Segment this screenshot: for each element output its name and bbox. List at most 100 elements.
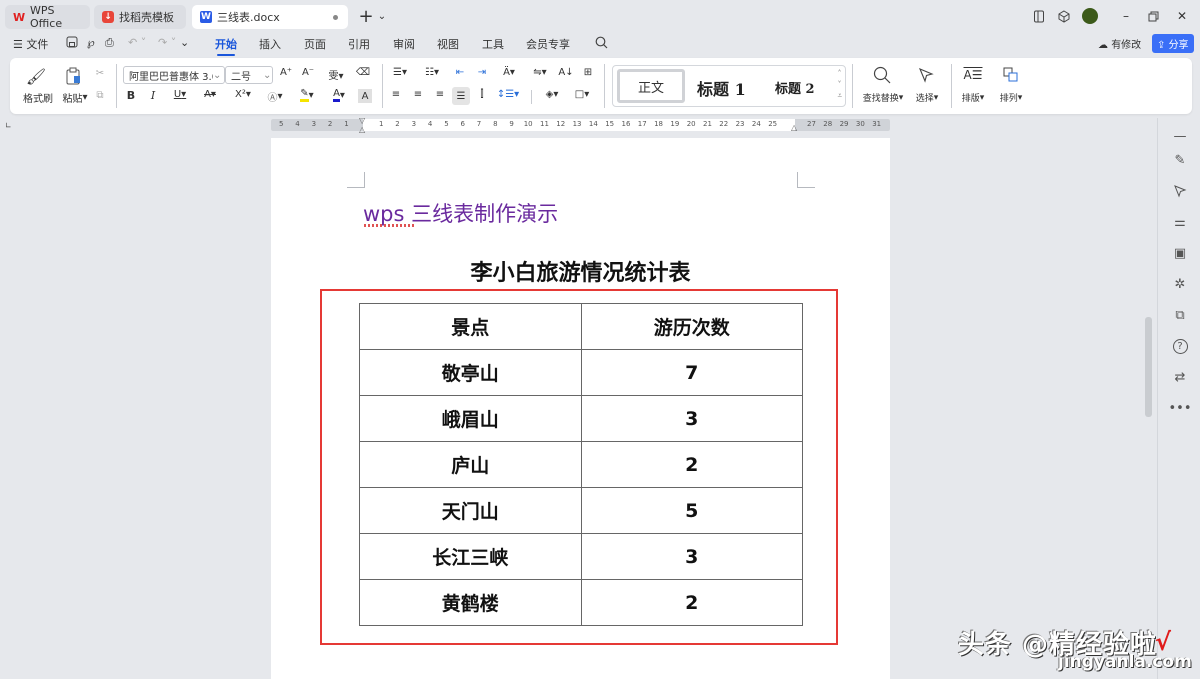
right-indent-marker[interactable]: △: [791, 123, 797, 132]
file-menu[interactable]: ☰ 文件: [13, 36, 48, 52]
data-table[interactable]: 景点 游历次数 敬亭山 7 峨眉山 3 庐山 2 天门山 5 长江三峡 3 黄鹤楼 2: [359, 303, 803, 626]
char-spacing-button[interactable]: Ä▾: [496, 67, 522, 78]
collapse-sidebar-button[interactable]: —: [1170, 126, 1190, 146]
tools-button[interactable]: ✲: [1170, 274, 1190, 294]
table-title[interactable]: 李小白旅游情况统计表: [271, 255, 890, 287]
ai-image-button[interactable]: ▣: [1170, 243, 1190, 263]
bold-button[interactable]: B: [123, 89, 139, 102]
sort-button[interactable]: A↓: [558, 67, 574, 78]
style-heading-2[interactable]: 标题 2: [775, 78, 815, 97]
share-button[interactable]: ⇪ 分享: [1152, 34, 1194, 53]
print-preview-button[interactable]: ⎙: [105, 36, 114, 50]
clear-format-button[interactable]: ⌫: [355, 67, 371, 78]
horizontal-ruler[interactable]: ▽ △ △ 5 4 3 2 1 1 2 3 4 5 6 7 8 9 10 11 12 13 14 15 16 17 18 19…: [271, 116, 890, 134]
bullet-list-button[interactable]: ☰▾: [388, 67, 412, 78]
tab-insert[interactable]: 插入: [259, 36, 281, 52]
help-button[interactable]: ?: [1170, 336, 1190, 356]
table-cell[interactable]: 黄鹤楼: [359, 579, 582, 626]
tab-home[interactable]: 开始: [215, 36, 237, 56]
redo-button[interactable]: ↷ ˅: [158, 36, 176, 49]
decrease-font-button[interactable]: A⁻: [300, 67, 316, 78]
tab-view[interactable]: 视图: [437, 36, 459, 52]
tab-stop-selector[interactable]: ∟: [5, 121, 14, 130]
paste-dropdown[interactable]: 粘贴 ▾: [58, 90, 92, 105]
tab-wps-office[interactable]: W WPS Office: [5, 4, 90, 30]
modified-status[interactable]: ☁ 有修改: [1098, 36, 1141, 51]
table-cell[interactable]: 长江三峡: [359, 533, 582, 580]
style-normal[interactable]: 正文: [617, 69, 685, 103]
increase-indent-button[interactable]: ⇥: [474, 67, 490, 78]
table-cell[interactable]: 庐山: [359, 441, 582, 488]
tab-page[interactable]: 页面: [304, 36, 326, 52]
table-cell[interactable]: 敬亭山: [359, 349, 582, 396]
select-button[interactable]: 选择 ▾: [912, 91, 942, 105]
underline-button[interactable]: U ▾: [168, 89, 192, 100]
tablet-mode-button[interactable]: [1031, 8, 1047, 24]
table-cell[interactable]: 峨眉山: [359, 395, 582, 442]
tab-membership[interactable]: 会员专享: [526, 36, 570, 52]
strikethrough-button[interactable]: A ▾: [198, 89, 222, 100]
undo-button[interactable]: ↶ ˅: [128, 36, 146, 49]
more-button[interactable]: •••: [1169, 398, 1192, 418]
increase-font-button[interactable]: A⁺: [278, 67, 294, 78]
numbered-list-button[interactable]: ☷▾: [420, 67, 444, 78]
table-header-cell[interactable]: 游历次数: [580, 303, 803, 350]
highlight-button[interactable]: ✎ ▾: [294, 89, 320, 102]
quick-access-menu[interactable]: ⌄: [180, 36, 189, 49]
share-link-button[interactable]: ℘: [87, 36, 95, 49]
align-center-button[interactable]: ≡: [410, 89, 426, 100]
borders-button[interactable]: □▾: [570, 89, 594, 100]
document-page[interactable]: wps 三线表制作演示 李小白旅游情况统计表 景点 游历次数 敬亭山 7 峨眉山 3 庐山 2…: [271, 138, 890, 679]
font-size-select[interactable]: 二号 ⌄: [225, 66, 273, 84]
text-direction-button[interactable]: ⇋▾: [528, 67, 552, 78]
layout-button[interactable]: 排版 ▾: [958, 91, 988, 105]
tab-document[interactable]: W 三线表.docx: [192, 5, 348, 29]
user-avatar[interactable]: [1082, 8, 1098, 24]
layout-icon-button[interactable]: A☰: [963, 65, 983, 85]
close-button[interactable]: ✕: [1174, 8, 1190, 24]
edit-button[interactable]: ✎: [1170, 150, 1190, 170]
char-shading-button[interactable]: A: [358, 89, 372, 103]
align-right-button[interactable]: ≡: [432, 89, 448, 100]
cut-button[interactable]: ✂: [92, 68, 108, 79]
select-tool-button[interactable]: [1170, 181, 1190, 201]
tab-references[interactable]: 引用: [348, 36, 370, 52]
line-spacing-button[interactable]: ↕☰▾: [496, 89, 520, 100]
table-cell[interactable]: 3: [580, 533, 803, 580]
align-left-button[interactable]: ≡: [388, 89, 404, 100]
search-button[interactable]: [595, 36, 608, 52]
tab-review[interactable]: 审阅: [393, 36, 415, 52]
find-replace-button[interactable]: 查找替换 ▾: [858, 91, 908, 105]
new-tab-button[interactable]: +: [358, 6, 374, 27]
styles-scroll-buttons[interactable]: ˄ ˅ ⩡: [837, 68, 842, 101]
font-color-button[interactable]: A ▾: [326, 89, 352, 102]
table-header-cell[interactable]: 景点: [359, 303, 582, 350]
minimize-button[interactable]: –: [1118, 8, 1134, 24]
first-line-indent-marker[interactable]: ▽: [359, 116, 365, 125]
distributed-align-button[interactable]: ⫿: [474, 89, 490, 100]
phonetic-guide-button[interactable]: 雯▾: [324, 67, 348, 82]
vertical-scrollbar[interactable]: [1145, 317, 1152, 417]
tab-docer-templates[interactable]: ↓ 找稻壳模板: [94, 5, 186, 29]
shading-button[interactable]: ◈▾: [540, 89, 564, 100]
document-search-button[interactable]: ⧉: [1170, 305, 1190, 325]
paste-button[interactable]: [62, 66, 86, 86]
table-cell[interactable]: 3: [580, 395, 803, 442]
format-painter-button[interactable]: 🖌: [24, 66, 48, 86]
table-cell[interactable]: 2: [580, 441, 803, 488]
hanging-indent-marker[interactable]: △: [359, 125, 365, 134]
table-cell[interactable]: 5: [580, 487, 803, 534]
tab-tools[interactable]: 工具: [482, 36, 504, 52]
justify-button[interactable]: ☰: [452, 87, 470, 105]
arrange-button[interactable]: 排列 ▾: [996, 91, 1026, 105]
copy-button[interactable]: ⧉: [92, 90, 108, 101]
font-name-select[interactable]: 阿里巴巴普惠体 3.0 ⌄: [123, 66, 225, 84]
decrease-indent-button[interactable]: ⇤: [452, 67, 468, 78]
save-button[interactable]: [66, 36, 78, 51]
restore-button[interactable]: [1145, 8, 1161, 24]
table-cell[interactable]: 2: [580, 579, 803, 626]
text-effect-button[interactable]: Ⓐ ▾: [262, 89, 288, 104]
tab-list-button[interactable]: ⌄: [374, 8, 390, 24]
find-replace-icon-button[interactable]: [872, 65, 892, 85]
arrange-icon-button[interactable]: [1001, 65, 1021, 85]
